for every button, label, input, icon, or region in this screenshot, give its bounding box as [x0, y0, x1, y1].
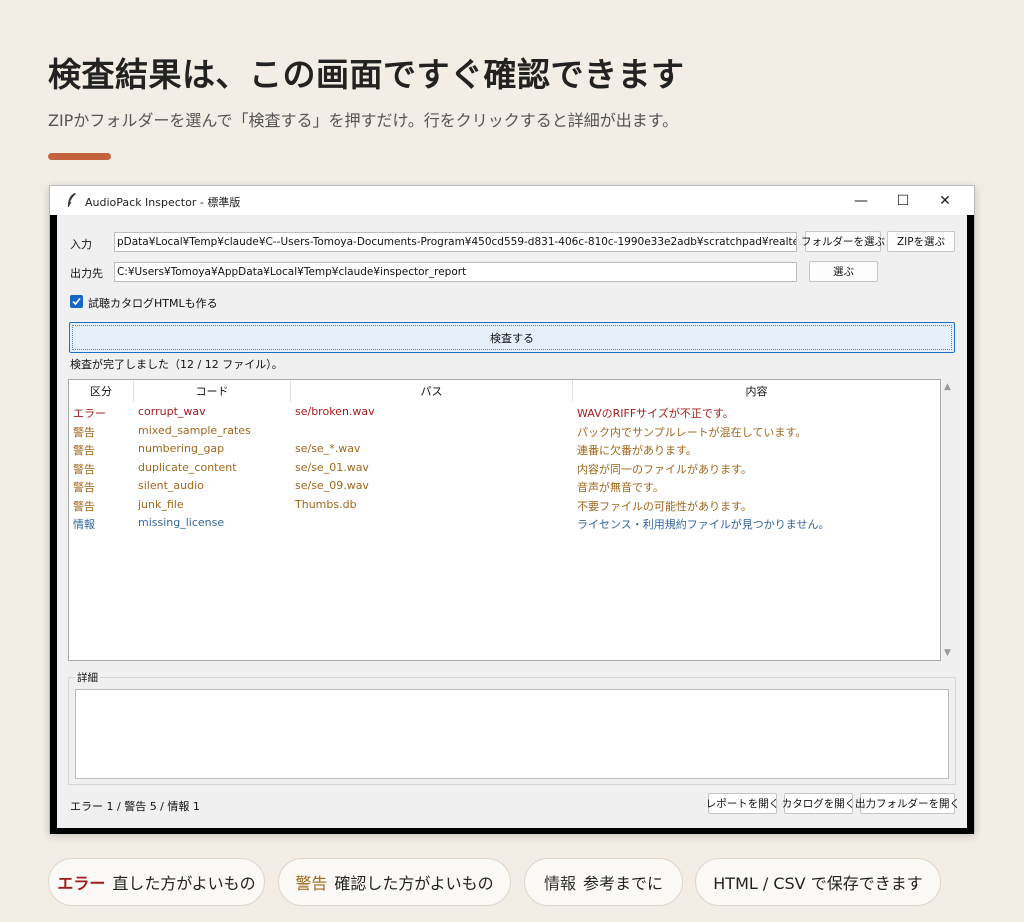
table-cell-path: Thumbs.db: [295, 497, 357, 511]
open-catalog-button[interactable]: カタログを開く: [782, 793, 855, 814]
table-cell-code: missing_license: [138, 516, 225, 529]
table-cell-path: se/se_09.wav: [295, 479, 369, 492]
scroll-down-arrow-icon[interactable]: ▼: [944, 648, 951, 658]
table-cell-path: se/broken.wav: [295, 405, 375, 418]
legend-info-tag: 情報: [543, 874, 576, 893]
output-label: 出力先: [70, 267, 103, 280]
hero-subtitle: ZIPかフォルダーを選んで「検査する」を押すだけ。行をクリックすると詳細が出ます…: [48, 111, 679, 130]
choose-zip-button[interactable]: ZIPを選ぶ: [887, 231, 955, 252]
table-cell-desc: 音声が無音です。: [577, 481, 664, 494]
table-cell-kind: 警告: [73, 481, 95, 494]
app-window: AudioPack Inspector - 標準版 — ☐ ✕ 入力 pData…: [49, 185, 975, 834]
table-cell-kind: 警告: [73, 444, 95, 457]
table-row[interactable]: 警告 mixed_sample_rates パック内でサンプルレートが混在しています…: [69, 422, 940, 440]
legend-warn-text: 確認した方がよいもの: [334, 874, 494, 893]
table-cell-kind: 警告: [73, 425, 95, 439]
table-cell-code: numbering_gap: [138, 442, 225, 455]
choose-folder-button[interactable]: フォルダーを選ぶ: [801, 231, 885, 252]
table-cell-code: silent_audio: [138, 479, 204, 492]
input-label: 入力: [70, 238, 92, 251]
table-cell-desc: 内容が同一のファイルがあります。: [577, 462, 752, 476]
table-cell-kind: 情報: [73, 518, 95, 531]
legend-warn-pill: 警告 確認した方がよいもの: [278, 858, 511, 906]
column-header-code[interactable]: コード: [134, 380, 291, 402]
open-output-folder-button[interactable]: 出力フォルダーを開く: [855, 793, 960, 814]
table-cell-kind: 警告: [73, 499, 95, 513]
table-row[interactable]: 警告 duplicate_content se/se_01.wav 内容が同一のファイ…: [69, 459, 940, 477]
catalog-checkbox[interactable]: [70, 295, 83, 308]
table-row[interactable]: 警告 junk_file Thumbs.db 不要ファイルの可能性があります。: [69, 496, 940, 514]
checkmark-icon: [72, 297, 81, 306]
column-header-kind[interactable]: 区分: [69, 380, 134, 402]
hero-title: 検査結果は、この画面ですぐ確認できます: [48, 55, 685, 94]
table-row[interactable]: 警告 numbering_gap se/se_*.wav 連番に欠番があります。: [69, 440, 940, 458]
table-cell-desc: 連番に欠番があります。: [577, 444, 697, 457]
close-button[interactable]: ✕: [924, 186, 966, 215]
minimize-button[interactable]: —: [840, 186, 882, 215]
legend-error-text: 直した方がよいもの: [112, 874, 256, 893]
legend-export-text: HTML / CSV で保存できます: [713, 874, 923, 893]
column-header-desc[interactable]: 内容: [573, 380, 940, 402]
table-header: 区分 コード パス 内容: [69, 380, 940, 402]
table-cell-path: se/se_01.wav: [295, 460, 369, 474]
table-cell-desc: パック内でサンプルレートが混在しています。: [577, 425, 807, 439]
legend-warn-tag: 警告: [295, 874, 328, 893]
table-row[interactable]: 情報 missing_license ライセンス・利用規約ファイルが見つかりません。: [69, 514, 940, 532]
window-client: 入力 pData¥Local¥Temp¥claude¥C--Users-Tomo…: [57, 215, 967, 828]
title-bar[interactable]: AudioPack Inspector - 標準版 — ☐ ✕: [50, 186, 974, 215]
status-message: 検査が完了しました（12 / 12 ファイル）。: [70, 358, 283, 371]
feather-icon: [67, 193, 76, 208]
output-path-field[interactable]: C:¥Users¥Tomoya¥AppData¥Local¥Temp¥claud…: [114, 262, 797, 282]
legend-error-tag: エラー: [57, 874, 106, 893]
table-cell-path: se/se_*.wav: [295, 442, 361, 455]
legend-error-pill: エラー 直した方がよいもの: [48, 858, 265, 906]
inspect-button-label: 検査する: [490, 331, 534, 345]
table-cell-kind: 警告: [73, 462, 95, 476]
summary-status: エラー 1 / 警告 5 / 情報 1: [70, 800, 200, 813]
column-header-path[interactable]: パス: [291, 380, 573, 402]
accent-bar: [48, 153, 111, 160]
table-cell-desc: ライセンス・利用規約ファイルが見つかりません。: [577, 518, 830, 531]
legend-info-pill: 情報 参考までに: [524, 858, 683, 906]
legend-export-pill: HTML / CSV で保存できます: [695, 858, 941, 906]
choose-output-button[interactable]: 選ぶ: [809, 261, 878, 282]
maximize-button[interactable]: ☐: [882, 186, 924, 215]
table-cell-code: duplicate_content: [138, 460, 237, 474]
input-path-field[interactable]: pData¥Local¥Temp¥claude¥C--Users-Tomoya-…: [114, 232, 797, 252]
table-row[interactable]: 警告 silent_audio se/se_09.wav 音声が無音です。: [69, 477, 940, 495]
inspect-button[interactable]: 検査する: [69, 322, 955, 353]
open-report-button[interactable]: レポートを開く: [706, 793, 779, 814]
detail-text-area[interactable]: [75, 689, 949, 779]
table-cell-code: corrupt_wav: [138, 405, 206, 418]
table-row[interactable]: エラー corrupt_wav se/broken.wav WAVのRIFFサイズが不…: [69, 403, 940, 421]
table-cell-kind: エラー: [73, 407, 106, 420]
results-table[interactable]: 区分 コード パス 内容 エラー corrupt_wav se/broken.wav…: [68, 379, 941, 661]
window-title: AudioPack Inspector - 標準版: [85, 196, 241, 209]
table-cell-desc: WAVのRIFFサイズが不正です。: [577, 407, 734, 420]
table-cell-code: mixed_sample_rates: [138, 423, 251, 437]
detail-label: 詳細: [75, 670, 100, 685]
catalog-checkbox-label[interactable]: 試聴カタログHTMLも作る: [88, 295, 218, 311]
legend-info-text: 参考までに: [583, 874, 664, 893]
table-cell-desc: 不要ファイルの可能性があります。: [577, 499, 752, 513]
scroll-up-arrow-icon[interactable]: ▲: [944, 382, 951, 392]
table-cell-code: junk_file: [138, 497, 184, 511]
window-bottom-border: [50, 828, 974, 834]
